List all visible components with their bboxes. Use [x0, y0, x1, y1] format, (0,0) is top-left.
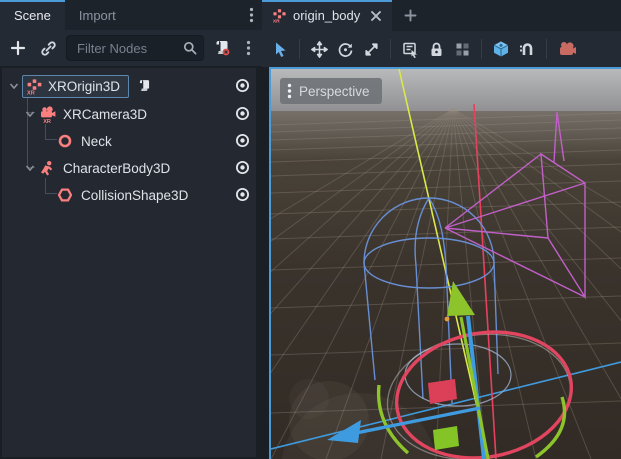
collision-shape-3d-icon	[57, 187, 73, 203]
godot-editor-window: Scene Import	[0, 0, 621, 459]
visibility-eye-icon[interactable]	[235, 133, 250, 148]
perspective-label: Perspective	[299, 84, 370, 99]
move-tool-button[interactable]	[307, 37, 331, 61]
local-space-toggle[interactable]	[489, 37, 513, 61]
search-icon	[183, 41, 197, 55]
plus-icon	[10, 40, 26, 56]
attach-script-button[interactable]	[210, 36, 234, 60]
visibility-eye-icon[interactable]	[235, 187, 250, 202]
node-label: CollisionShape3D	[81, 188, 188, 203]
toolbar-separator	[299, 39, 300, 59]
visibility-eye-icon[interactable]	[235, 78, 250, 93]
xr-origin-3d-icon: XR	[272, 8, 287, 23]
script-attach-icon	[213, 39, 231, 57]
character-body-3d-icon	[39, 160, 56, 177]
scene-dock: Scene Import	[0, 0, 262, 459]
tree-row-characterbody3d[interactable]: CharacterBody3D	[2, 155, 256, 181]
lock-icon	[428, 41, 445, 58]
snap-toggle[interactable]	[515, 37, 539, 61]
scene-tree: XR XROrigin3D XR XRCame	[2, 68, 256, 457]
scene-tabbar: XR origin_body	[262, 0, 621, 31]
tree-row-xrorigin3d[interactable]: XR XROrigin3D	[2, 73, 256, 99]
magnet-icon	[518, 40, 536, 58]
toolbar-separator	[390, 39, 391, 59]
select-tool-button[interactable]	[268, 37, 292, 61]
link-icon	[40, 40, 57, 57]
toolbar-separator	[546, 39, 547, 59]
chevron-down-icon[interactable]	[24, 108, 36, 120]
script-icon[interactable]	[137, 78, 152, 94]
scene-tab-origin-body[interactable]: XR origin_body	[262, 0, 392, 31]
tree-row-xrcamera3d[interactable]: XR XRCamera3D	[2, 101, 256, 127]
svg-text:XR: XR	[43, 118, 51, 122]
svg-text:XR: XR	[273, 19, 280, 23]
node-label: Neck	[81, 134, 112, 149]
origin-dot	[445, 317, 450, 322]
tab-scene[interactable]: Scene	[0, 0, 65, 30]
tab-scene-label: Scene	[14, 8, 51, 23]
xr-camera-3d-icon: XR	[39, 106, 56, 123]
filter-nodes-input[interactable]	[75, 40, 183, 57]
add-node-button[interactable]	[6, 36, 30, 60]
group-button[interactable]	[450, 37, 474, 61]
close-tab-icon[interactable]	[370, 10, 382, 22]
tree-row-neck[interactable]: Neck	[2, 128, 256, 154]
visibility-eye-icon[interactable]	[235, 106, 250, 121]
main-editor-area: XR origin_body	[262, 0, 621, 459]
plus-icon	[404, 9, 417, 22]
scene-tree-options-button[interactable]	[240, 36, 256, 60]
node-label: XRCamera3D	[63, 107, 147, 122]
lock-button[interactable]	[424, 37, 448, 61]
rotate-icon	[337, 41, 354, 58]
instance-scene-button[interactable]	[36, 36, 60, 60]
xr-origin-3d-icon: XR	[26, 78, 43, 95]
svg-text:XR: XR	[27, 90, 35, 94]
rotate-tool-button[interactable]	[333, 37, 357, 61]
visibility-eye-icon[interactable]	[235, 160, 250, 175]
kebab-menu-icon	[246, 40, 251, 56]
preview-camera-icon	[556, 40, 576, 58]
dock-menu-button[interactable]	[241, 0, 262, 30]
scene-dock-tabbar: Scene Import	[0, 0, 262, 30]
selected-node-box[interactable]: XR XROrigin3D	[22, 75, 129, 98]
gizmo-plane-handle-green[interactable]	[433, 426, 459, 450]
viewport-toolbar	[262, 31, 621, 67]
chevron-down-icon[interactable]	[8, 80, 20, 92]
filter-nodes-field[interactable]	[66, 35, 204, 61]
scene-dock-toolbar	[0, 30, 262, 66]
node-label: CharacterBody3D	[63, 161, 170, 176]
camera-preview-button[interactable]	[554, 37, 578, 61]
tab-import-label: Import	[79, 8, 116, 23]
tab-import[interactable]: Import	[65, 0, 130, 30]
selectable-list-button[interactable]	[398, 37, 422, 61]
new-scene-tab-button[interactable]	[392, 0, 429, 31]
select-arrow-icon	[272, 41, 289, 58]
perspective-button[interactable]: Perspective	[280, 78, 382, 104]
node-label: XROrigin3D	[48, 79, 120, 94]
list-select-icon	[402, 41, 419, 58]
kebab-menu-icon	[249, 7, 254, 23]
viewport-menu-icon[interactable]	[287, 83, 292, 99]
toolbar-separator	[481, 39, 482, 59]
node-3d-circle-icon	[57, 133, 73, 149]
group-icon	[454, 41, 471, 58]
scale-icon	[363, 41, 380, 58]
scene-tab-label: origin_body	[293, 8, 360, 23]
viewport-3d[interactable]: Perspective	[269, 67, 621, 459]
chevron-down-icon[interactable]	[24, 162, 36, 174]
move-icon	[311, 41, 328, 58]
viewport-scene[interactable]	[271, 69, 621, 459]
tree-row-collisionshape3d[interactable]: CollisionShape3D	[2, 182, 256, 208]
local-space-cube-icon	[492, 40, 510, 58]
scale-tool-button[interactable]	[359, 37, 383, 61]
